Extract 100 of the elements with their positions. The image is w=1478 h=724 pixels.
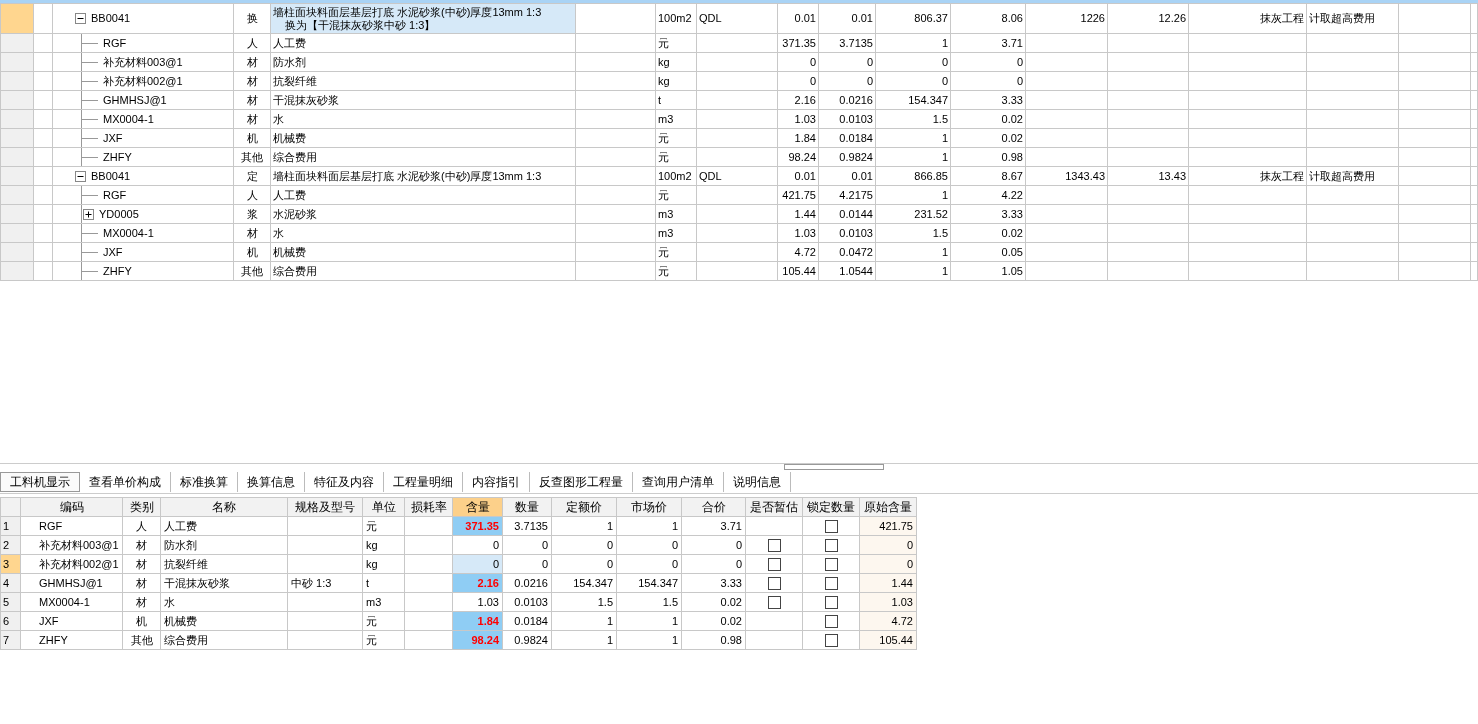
item-name: 墙柱面块料面层基层打底 水泥砂浆(中砂)厚度13mm 1:3 [273,169,543,183]
column-header[interactable]: 编码 [20,497,123,517]
checkbox[interactable] [824,595,838,609]
checkbox[interactable] [824,519,838,533]
material-unit: 元 [366,519,377,532]
tree-toggle[interactable] [75,13,86,24]
checkbox[interactable] [767,595,781,609]
splitter-handle[interactable] [784,464,884,470]
item-tag: 抹灰工程 [1260,12,1304,24]
number-cell: 13.43 [1158,169,1186,182]
number-cell: 0 [941,55,948,68]
column-header[interactable]: 数量 [502,497,552,517]
item-name: 综合费用 [273,264,318,278]
number-cell: 3.7135 [839,36,873,49]
item-unit: m3 [658,207,674,220]
tree-toggle[interactable] [83,208,94,220]
checkbox[interactable] [824,538,838,552]
item-unit: m3 [658,112,674,125]
amount-cell[interactable]: 0 [452,535,503,555]
item-code: MX0004-1 [103,226,154,240]
column-header[interactable]: 市场价 [616,497,682,517]
quota-price: 154.347 [573,577,613,589]
column-header[interactable]: 规格及型号 [287,497,363,517]
item-category: 材 [246,93,258,106]
item-code: YD0005 [99,207,139,221]
number-cell: 105.44 [782,264,816,277]
number-cell: 4.2175 [839,188,873,201]
material-category: 人 [136,519,147,532]
original-amount: 0 [906,558,913,570]
column-header[interactable]: 含量 [452,497,503,517]
column-header[interactable]: 是否暂估 [745,497,803,517]
number-cell: 0.02 [1001,226,1023,239]
number-cell: 0 [809,74,816,87]
total-price: 3.33 [720,577,742,589]
item-name: 人工费 [273,188,307,202]
checkbox[interactable] [824,557,838,571]
item-code: GHMHSJ@1 [103,93,167,107]
item-code: BB0041 [91,169,131,183]
item-unit: 元 [658,36,669,49]
column-header[interactable]: 类别 [122,497,161,517]
item-unit: 元 [658,188,669,201]
material-name: 机械费 [164,614,197,627]
material-code: 补充材料003@1 [39,538,119,551]
item-name: 人工费 [273,36,307,50]
quantity-value: 0.9824 [514,634,548,646]
material-unit: kg [366,539,378,551]
column-header[interactable]: 合价 [681,497,746,517]
checkbox[interactable] [824,614,838,628]
item-category: 材 [246,55,258,68]
checkbox[interactable] [767,557,781,571]
item-category: 材 [246,112,258,125]
market-price: 0 [671,558,678,570]
quota-price: 1.5 [597,596,613,608]
number-cell: 0 [866,55,873,68]
checkbox[interactable] [767,538,781,552]
quantity-value: 3.7135 [514,520,548,532]
column-header[interactable]: 损耗率 [404,497,453,517]
number-cell: 0.0144 [839,207,873,220]
number-cell: 8.67 [1001,169,1023,182]
tree-toggle[interactable] [75,170,86,182]
number-cell: 0.01 [851,12,873,24]
material-unit: kg [366,558,378,570]
item-unit: 元 [658,264,669,277]
item-category: 换 [246,12,258,24]
item-unit: t [658,93,662,106]
material-code: 补充材料002@1 [39,557,119,570]
checkbox[interactable] [767,576,781,590]
market-price: 1 [671,615,678,627]
checkbox[interactable] [824,576,838,590]
item-code: 补充材料002@1 [103,74,183,88]
quota-price: 0 [606,539,613,551]
item-name: 干混抹灰砂浆 [273,93,340,107]
item-code-text: QDL [699,12,722,24]
original-amount: 4.72 [891,615,913,627]
column-header[interactable]: 定额价 [551,497,617,517]
column-header[interactable]: 名称 [160,497,288,517]
item-category: 机 [246,245,258,258]
item-category: 其他 [241,150,263,163]
quantity-value: 0.0103 [514,596,548,608]
number-cell: 0 [941,74,948,87]
number-cell: 231.52 [914,207,948,220]
quota-price: 1 [606,615,613,627]
column-header[interactable]: 单位 [362,497,405,517]
item-code-text: QDL [699,169,722,182]
number-cell: 3.33 [1001,93,1023,106]
item-code: RGF [103,36,127,50]
checkbox[interactable] [824,633,838,647]
number-cell: 806.37 [914,12,948,24]
number-cell: 1 [941,264,948,277]
number-cell: 0.0216 [839,93,873,106]
amount-cell[interactable]: 1.03 [452,592,503,612]
item-unit: kg [658,74,670,87]
original-amount: 421.75 [879,520,913,532]
item-name: 综合费用 [273,150,318,164]
column-header[interactable]: 原始含量 [859,497,917,517]
item-name: 墙柱面块料面层基层打底 水泥砂浆(中砂)厚度13mm 1:3 [273,5,543,19]
item-name: 抗裂纤维 [273,74,318,88]
tab[interactable]: 工料机显示 [0,472,80,492]
column-header[interactable]: 锁定数量 [802,497,860,517]
number-cell: 0.0103 [839,112,873,125]
